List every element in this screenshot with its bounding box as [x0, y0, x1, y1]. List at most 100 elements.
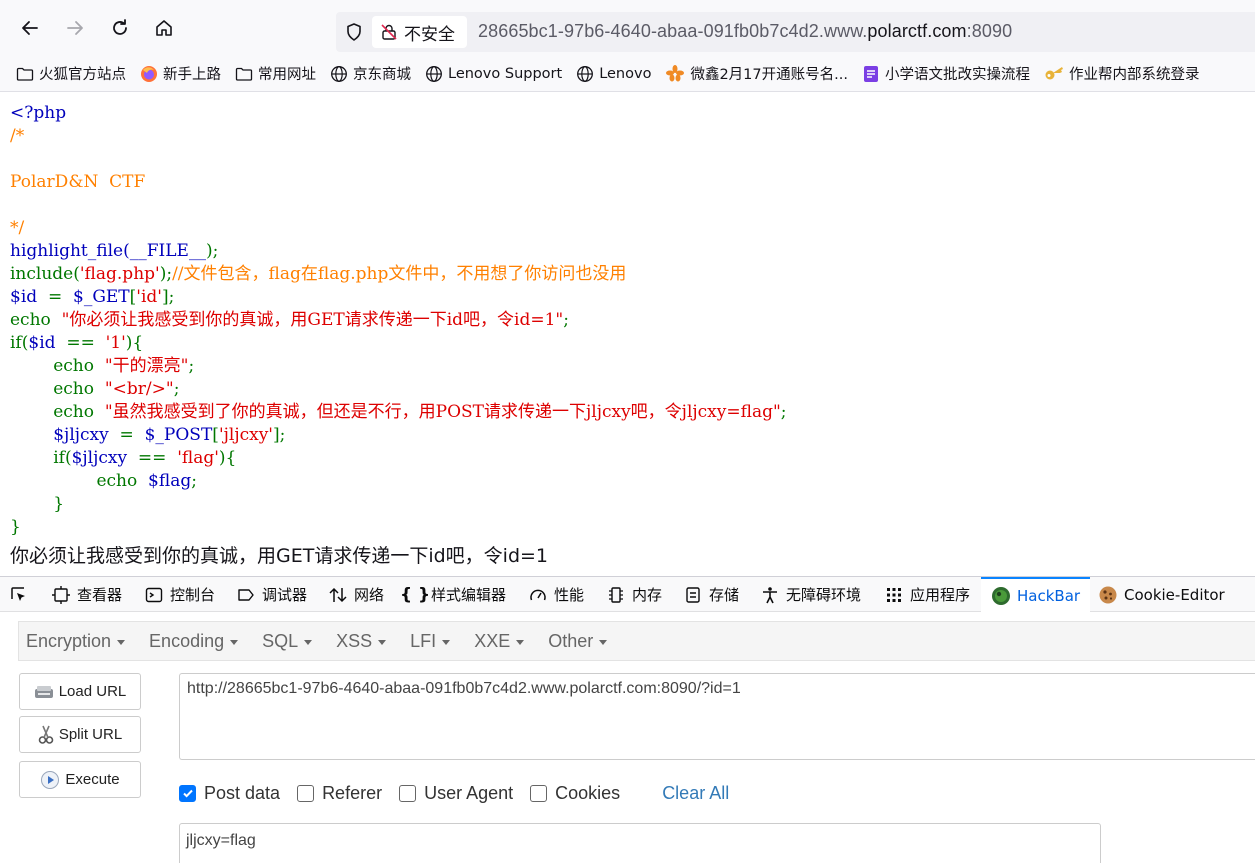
bookmark-label: 作业帮内部系统登录	[1068, 67, 1200, 83]
bookmark-label: 微鑫2月17开通账号名...	[690, 67, 848, 83]
code-token: =	[37, 287, 73, 307]
bookmark-item[interactable]: 火狐官方站点	[16, 63, 126, 84]
code-token: ;	[173, 379, 180, 399]
hackbar-menu-xxe[interactable]: XXE	[474, 631, 525, 652]
post-data-label: Post data	[204, 782, 281, 803]
bookmark-item[interactable]: 小学语文批改实操流程	[862, 63, 1030, 84]
bookmark-label: 火狐官方站点	[39, 67, 126, 83]
hackbar-menu-sql[interactable]: SQL	[262, 631, 313, 652]
cookies-option[interactable]: Cookies	[530, 783, 620, 804]
php-source-code: <?php /* PolarD&N CTF */ highlight_file(…	[10, 102, 787, 539]
pick-element-icon	[11, 586, 25, 601]
tab-style-editor[interactable]: { } 样式编辑器	[400, 577, 506, 612]
bookmark-label: Lenovo	[599, 65, 652, 82]
tracking-shield-icon[interactable]	[344, 22, 364, 42]
tab-network[interactable]: 网络	[328, 577, 384, 612]
tab-inspector[interactable]: 查看器	[51, 577, 122, 612]
code-token: ;	[563, 310, 569, 330]
post-data-checkbox[interactable]	[179, 784, 196, 802]
tab-debugger[interactable]: 调试器	[236, 577, 307, 612]
bookmark-item[interactable]: Lenovo	[576, 65, 651, 83]
back-button[interactable]	[17, 15, 43, 41]
doc-icon	[862, 65, 880, 83]
reload-button[interactable]	[107, 15, 133, 41]
bookmark-item[interactable]: 常用网址	[235, 63, 316, 84]
bookmark-item[interactable]: 作业帮内部系统登录	[1044, 63, 1200, 84]
globe-icon	[576, 65, 594, 83]
bookmark-label: 常用网址	[258, 67, 316, 83]
tab-application[interactable]: 应用程序	[884, 577, 970, 612]
code-comment: //文件包含，flag在flag.php文件中，不用想了你访问也没用	[172, 264, 627, 284]
insecure-label: 不安全	[404, 24, 455, 45]
tab-cookie-editor[interactable]: Cookie-Editor	[1098, 577, 1225, 612]
code-token: include(	[10, 264, 80, 284]
code-token: '1'	[105, 333, 126, 353]
split-url-button[interactable]: Split URL	[19, 716, 141, 753]
tab-label: 网络	[354, 586, 385, 604]
tab-console[interactable]: 控制台	[144, 577, 215, 612]
tab-memory[interactable]: 内存	[606, 577, 662, 612]
hackbar-menu-lfi[interactable]: LFI	[410, 631, 451, 652]
code-token: );	[205, 241, 219, 261]
url-textarea[interactable]: http://28665bc1-97b6-4640-abaa-091fb0b7c…	[179, 673, 1255, 760]
user-agent-checkbox[interactable]	[399, 784, 417, 802]
bookmark-item[interactable]: 京东商城	[330, 63, 411, 84]
reload-icon	[113, 19, 127, 35]
firefox-icon	[140, 65, 158, 83]
bookmark-item[interactable]: 新手上路	[140, 63, 221, 84]
hackbar-menu-other[interactable]: Other	[548, 631, 608, 652]
clear-all-link[interactable]: Clear All	[662, 783, 729, 804]
user-agent-label: User Agent	[424, 782, 514, 803]
load-url-button[interactable]: Load URL	[19, 673, 141, 710]
code-line: }	[10, 494, 65, 514]
code-token: ;	[780, 402, 787, 422]
tab-hackbar[interactable]: HackBar	[981, 577, 1091, 612]
site-insecure-indicator[interactable]: 不安全	[372, 16, 467, 48]
code-token: $id	[28, 333, 56, 353]
back-arrow-icon	[22, 21, 38, 35]
execute-button[interactable]: Execute	[19, 761, 141, 798]
code-string: "干的漂亮"	[104, 356, 189, 376]
tab-label: Cookie-Editor	[1124, 585, 1225, 604]
code-token: 'flag.php'	[79, 264, 160, 284]
execute-label: Execute	[65, 771, 120, 788]
code-token: =	[108, 425, 145, 445]
code-token: ];	[272, 425, 286, 445]
element-picker-button[interactable]	[9, 577, 29, 612]
caret-down-icon	[117, 639, 126, 645]
home-button[interactable]	[151, 15, 177, 41]
hackbar-menu-xss[interactable]: XSS	[336, 631, 387, 652]
tab-label: 性能	[554, 586, 585, 604]
code-token: ==	[55, 333, 106, 353]
bookmarks-toolbar: 火狐官方站点 新手上路 常用网址 京东商城 Lenovo Support Lenovo 微鑫…	[0, 56, 1255, 92]
globe-icon	[425, 65, 443, 83]
hackbar-menu-encoding[interactable]: Encoding	[149, 631, 239, 652]
bookmark-item[interactable]: 微鑫2月17开通账号名...	[665, 63, 848, 84]
post-data-option[interactable]: Post data	[179, 783, 280, 804]
post-data-textarea[interactable]: jljcxy=flag	[179, 823, 1101, 863]
forward-button[interactable]	[62, 15, 88, 41]
code-token: 'id'	[136, 287, 162, 307]
cookies-checkbox[interactable]	[530, 784, 548, 802]
referer-checkbox[interactable]	[297, 784, 315, 802]
tab-accessibility[interactable]: 无障碍环境	[760, 577, 861, 612]
tab-label: 控制台	[170, 586, 216, 604]
console-icon	[144, 585, 164, 605]
code-string: "虽然我感受到了你的真诚，但还是不行，用POST请求传递一下jljcxy吧，令j…	[104, 402, 781, 422]
referer-option[interactable]: Referer	[297, 783, 382, 804]
code-token: 'flag'	[177, 448, 219, 468]
hackbar-menu-encryption[interactable]: Encryption	[26, 631, 126, 652]
folder-icon	[235, 66, 253, 82]
tab-storage[interactable]: 存储	[683, 577, 739, 612]
key-icon	[1044, 65, 1064, 83]
bookmark-item[interactable]: Lenovo Support	[425, 65, 562, 83]
code-token: $jljcxy	[71, 448, 128, 468]
user-agent-option[interactable]: User Agent	[399, 783, 513, 804]
memory-icon	[606, 585, 626, 605]
address-bar[interactable]: 不安全 28665bc1-97b6-4640-abaa-091fb0b7c4d2…	[336, 12, 1255, 52]
tab-performance[interactable]: 性能	[528, 577, 584, 612]
url-text[interactable]: 28665bc1-97b6-4640-abaa-091fb0b7c4d2.www…	[478, 21, 1012, 42]
inspector-icon	[51, 585, 71, 605]
tab-label: 无障碍环境	[786, 586, 862, 604]
